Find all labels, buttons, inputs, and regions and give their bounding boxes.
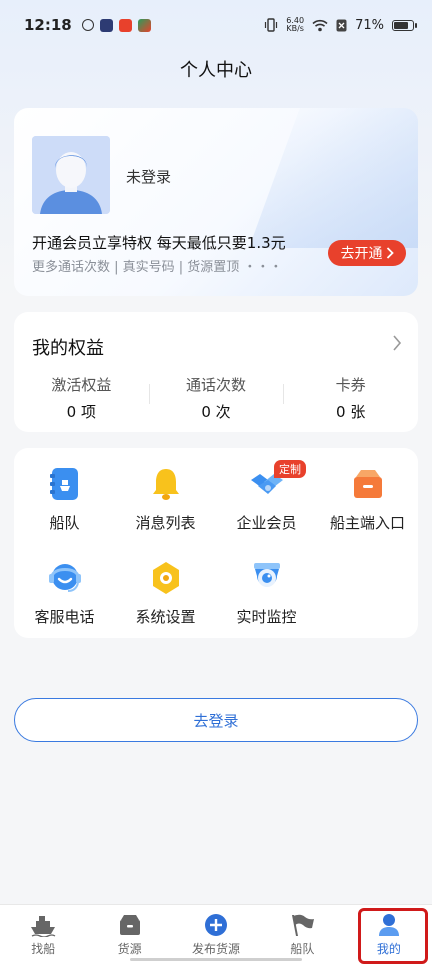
member-card[interactable]: 未登录 开通会员立享特权 每天最低只要1.3元 更多通话次数 | 真实号码 | … [14,108,418,296]
tab-publish-cargo[interactable]: 发布货源 [173,905,259,964]
plus-circle-icon [205,914,228,936]
app-notification-icon [118,18,132,32]
login-status[interactable]: 未登录 [126,166,171,187]
vibrate-icon [265,18,278,32]
functions-grid: 船队 消息列表 定制 企业会员 船主端入口 客服电话 系统设置 实时监控 [14,460,418,652]
tab-label: 船队 [290,942,315,956]
app-notification-icon [137,18,151,32]
rights-title: 我的权益 [32,338,104,359]
func-enterprise[interactable]: 定制 企业会员 [216,460,317,558]
func-label: 实时监控 [236,608,297,626]
camera-icon [247,558,287,598]
func-messages[interactable]: 消息列表 [115,464,216,558]
box-icon [348,464,388,504]
rights-label: 激活权益 [51,376,112,394]
functions-card: 船队 消息列表 定制 企业会员 船主端入口 客服电话 系统设置 实时监控 [14,448,418,638]
battery-percent: 71% [355,17,384,33]
status-right: 6.40 KB/s 71% [264,17,417,33]
rights-item-calls[interactable]: 通话次数 0 次 [148,374,284,422]
open-vip-button[interactable]: 去开通 [328,240,406,266]
func-label: 系统设置 [135,608,196,626]
ship-icon [31,916,56,937]
headset-icon [45,558,85,598]
tab-mine-highlight [358,908,428,964]
func-shipowner-entry[interactable]: 船主端入口 [317,464,418,558]
func-label: 船队 [49,514,80,532]
rights-value: 0 次 [201,403,231,421]
flag-icon [292,914,315,936]
chevron-right-icon[interactable] [392,334,402,352]
rights-item-coupons[interactable]: 卡券 0 张 [283,374,418,422]
cargo-icon [119,915,140,935]
rights-row: 激活权益 0 项 通话次数 0 次 卡券 0 张 [14,374,418,422]
tab-label: 发布货源 [192,942,241,956]
page-title: 个人中心 [180,60,252,81]
login-button[interactable]: 去登录 [14,698,418,742]
home-indicator [130,958,302,961]
rights-label: 卡券 [335,376,366,394]
func-settings[interactable]: 系统设置 [115,558,216,652]
rights-label: 通话次数 [186,376,247,394]
func-label: 船主端入口 [329,514,405,532]
func-label: 企业会员 [236,514,297,532]
func-monitoring[interactable]: 实时监控 [216,558,317,652]
bell-icon [146,464,186,504]
no-sim-icon [336,19,347,31]
tab-label: 找船 [31,942,56,956]
func-customer-service[interactable]: 客服电话 [14,558,115,652]
vip-promo-text: 开通会员立享特权 每天最低只要1.3元 [32,234,286,252]
status-bar: 12:18 6.40 KB/s 71% [0,0,432,50]
battery-icon [392,19,417,31]
chevron-right-icon [386,247,394,259]
custom-badge: 定制 [274,460,306,478]
func-label: 消息列表 [135,514,196,532]
app-notification-icon [81,19,94,31]
tab-label: 货源 [117,942,142,956]
default-avatar-icon [32,136,110,214]
rights-value: 0 项 [66,403,96,421]
net-speed-unit: KB/s [286,24,304,33]
wifi-icon [312,19,328,31]
app-notification-icon [99,18,113,32]
net-speed: 6.40 KB/s [286,17,304,33]
func-fleet[interactable]: 船队 [14,464,115,558]
vip-benefits-text: 更多通话次数 | 真实号码 | 货源置顶 ・・・ [32,260,283,275]
status-time: 12:18 [24,16,72,34]
func-label: 客服电话 [34,608,95,626]
settings-icon [146,558,186,598]
tab-cargo[interactable]: 货源 [86,905,172,964]
avatar[interactable] [32,136,110,214]
status-left: 12:18 [24,16,151,34]
rights-card[interactable]: 我的权益 激活权益 0 项 通话次数 0 次 卡券 0 张 [14,312,418,432]
open-vip-label: 去开通 [340,246,383,262]
tab-find-ship[interactable]: 找船 [0,905,86,964]
rights-value: 0 张 [336,403,366,421]
tab-fleet[interactable]: 船队 [259,905,345,964]
fleet-icon [45,464,85,504]
rights-item-activated[interactable]: 激活权益 0 项 [14,374,149,422]
